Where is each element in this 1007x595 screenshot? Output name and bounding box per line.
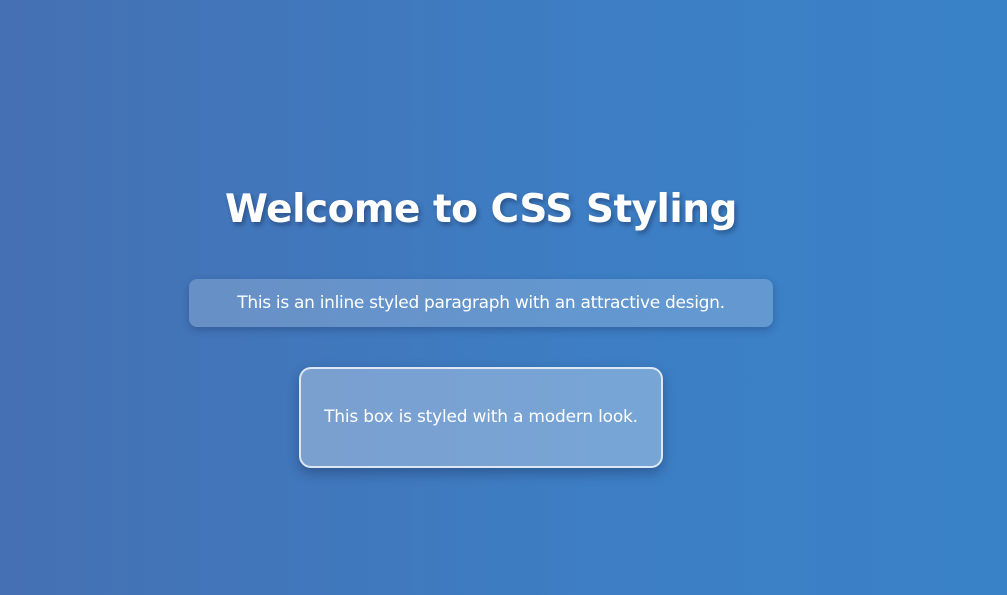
page-canvas: Welcome to CSS Styling This is an inline… — [0, 0, 1007, 595]
inline-styled-paragraph: This is an inline styled paragraph with … — [189, 279, 773, 327]
page-title: Welcome to CSS Styling — [225, 187, 737, 232]
modern-styled-box: This box is styled with a modern look. — [299, 367, 663, 468]
modern-box-text: This box is styled with a modern look. — [324, 407, 638, 427]
